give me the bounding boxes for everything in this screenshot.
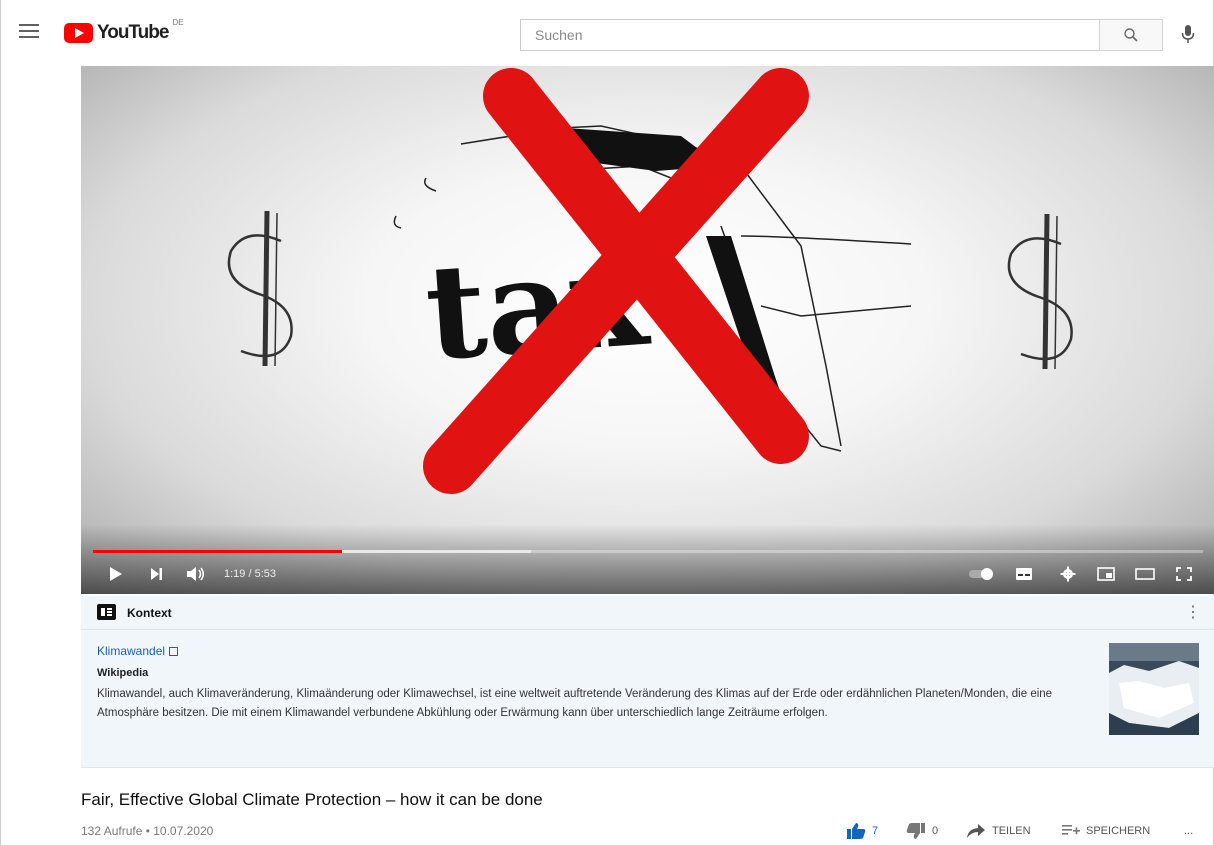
video-title: Fair, Effective Global Climate Protectio… — [81, 790, 543, 809]
context-panel: Kontext ⋮ Klimawandel Wikipedia Klimawan… — [81, 596, 1214, 768]
settings-button[interactable] — [1057, 562, 1079, 586]
more-actions-label: ... — [1184, 825, 1194, 837]
subtitles-button[interactable] — [1013, 562, 1035, 586]
like-count: 7 — [872, 825, 879, 837]
miniplayer-button[interactable] — [1095, 562, 1117, 586]
save-label: SPEICHERN — [1086, 825, 1151, 837]
theater-mode-button[interactable] — [1133, 562, 1157, 586]
masthead: YouTube DE — [1, 0, 1213, 66]
dollar-sign-left-icon — [227, 210, 293, 367]
search-button[interactable] — [1099, 19, 1163, 51]
playlist-add-icon — [1062, 825, 1080, 835]
fullscreen-icon — [1176, 567, 1192, 581]
glacier-image — [1109, 643, 1199, 735]
autoplay-toggle-icon — [969, 568, 993, 580]
search-icon — [1124, 28, 1138, 42]
logo-text: YouTube — [97, 22, 169, 43]
time-display: 1:19 / 5:53 — [224, 568, 276, 580]
dislike-count: 0 — [932, 825, 939, 837]
like-button[interactable]: 7 — [846, 820, 878, 842]
search-input[interactable] — [521, 20, 1100, 50]
context-source: Wikipedia — [97, 667, 149, 679]
dollar-sign-right-icon — [1007, 213, 1073, 370]
search-box — [520, 19, 1100, 51]
play-icon — [110, 567, 122, 581]
thumbs-up-icon — [847, 823, 866, 839]
context-thumbnail[interactable] — [1109, 643, 1199, 735]
external-link-icon — [169, 647, 179, 656]
theater-mode-icon — [1135, 568, 1155, 580]
climate-change-link[interactable]: Klimawandel — [97, 644, 179, 658]
more-actions-button[interactable]: ... — [1184, 820, 1193, 842]
climate-change-link-text: Klimawandel — [97, 644, 166, 658]
context-more-icon[interactable]: ⋮ — [1185, 602, 1201, 622]
context-panel-header: Kontext ⋮ — [81, 596, 1214, 630]
fullscreen-button[interactable] — [1173, 562, 1195, 586]
save-button[interactable]: SPEICHERN — [1062, 820, 1150, 842]
share-label: TEILEN — [992, 825, 1031, 837]
miniplayer-icon — [1097, 567, 1115, 581]
youtube-play-icon — [64, 23, 93, 43]
volume-icon — [187, 567, 205, 581]
progress-played — [93, 550, 342, 553]
thumbs-down-icon — [906, 823, 925, 839]
browser-page: YouTube DE Suchen tax 1:19 / 5:53 Kontex… — [0, 0, 1214, 845]
share-arrow-icon — [967, 824, 985, 838]
volume-button[interactable] — [184, 562, 208, 586]
youtube-logo[interactable]: YouTube DE — [64, 18, 184, 44]
subtitles-icon — [1016, 568, 1032, 580]
video-frame-illustration: tax — [227, 68, 1073, 494]
progress-bar[interactable] — [93, 550, 1203, 553]
video-meta: 132 Aufrufe • 10.07.2020 — [81, 824, 214, 838]
hamburger-menu-icon[interactable] — [19, 24, 39, 40]
context-panel-title: Kontext — [127, 606, 172, 620]
next-icon — [151, 568, 162, 580]
voice-search-button[interactable] — [1175, 21, 1201, 47]
controls-gradient — [81, 524, 1214, 594]
autoplay-toggle[interactable] — [967, 562, 997, 586]
context-info-icon — [97, 604, 116, 620]
video-player[interactable]: tax 1:19 / 5:53 — [81, 66, 1214, 594]
gear-icon — [1060, 566, 1076, 582]
microphone-icon — [1181, 25, 1195, 43]
context-description: Klimawandel, auch Klimaveränderung, Klim… — [97, 688, 1053, 719]
next-button[interactable] — [145, 562, 167, 586]
dislike-button[interactable]: 0 — [906, 820, 938, 842]
play-button[interactable] — [105, 562, 127, 586]
region-code: DE — [172, 18, 184, 27]
share-button[interactable]: TEILEN — [966, 820, 1031, 842]
